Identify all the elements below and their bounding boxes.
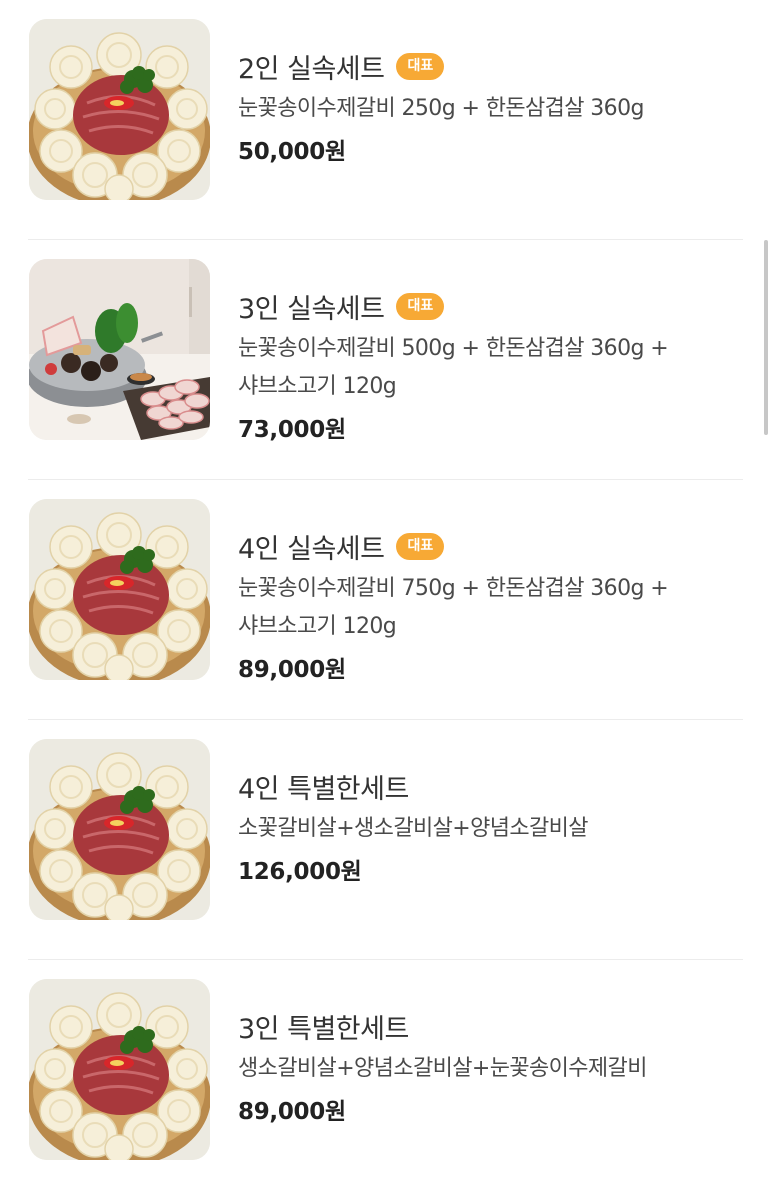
menu-item-description: 눈꽃송이수제갈비 750g + 한돈삼겹살 360g + 샤브소고기 120g: [238, 576, 669, 639]
beef-platter-image[interactable]: [29, 19, 210, 200]
menu-item-info: 4인 특별한세트소꽃갈비살+생소갈비살+양념소갈비살 126,000원: [238, 766, 743, 886]
menu-item-info: 4인 실속세트 대표눈꽃송이수제갈비 750g + 한돈삼겹살 360g + 샤브…: [238, 526, 743, 684]
scrollbar[interactable]: [764, 240, 768, 435]
menu-item-price: 73,000원: [238, 417, 346, 443]
menu-item[interactable]: 4인 특별한세트소꽃갈비살+생소갈비살+양념소갈비살 126,000원: [0, 720, 773, 960]
menu-item-info: 2인 실속세트 대표눈꽃송이수제갈비 250g + 한돈삼겹살 360g 50,00…: [238, 46, 743, 166]
shabu-hotpot-image[interactable]: [29, 259, 210, 440]
menu-item[interactable]: 4인 실속세트 대표눈꽃송이수제갈비 750g + 한돈삼겹살 360g + 샤브…: [0, 480, 773, 720]
menu-item-info: 3인 특별한세트생소갈비살+양념소갈비살+눈꽃송이수제갈비 89,000원: [238, 1006, 743, 1126]
menu-item-title-row: 3인 특별한세트: [238, 1006, 743, 1046]
menu-item-price: 126,000원: [238, 859, 362, 885]
menu-item-title: 3인 실속세트: [238, 293, 385, 325]
menu-item-title-row: 4인 특별한세트: [238, 766, 743, 806]
beef-platter-image[interactable]: [29, 499, 210, 680]
menu-item-info: 3인 실속세트 대표눈꽃송이수제갈비 500g + 한돈삼겹살 360g + 샤브…: [238, 286, 743, 444]
menu-item-description: 눈꽃송이수제갈비 250g + 한돈삼겹살 360g: [238, 96, 644, 121]
beef-platter-image[interactable]: [29, 979, 210, 1160]
menu-item[interactable]: 3인 특별한세트생소갈비살+양념소갈비살+눈꽃송이수제갈비 89,000원: [0, 960, 773, 1200]
menu-item[interactable]: 3인 실속세트 대표눈꽃송이수제갈비 500g + 한돈삼겹살 360g + 샤브…: [0, 240, 773, 480]
menu-item-price: 89,000원: [238, 657, 346, 683]
menu-item[interactable]: 2인 실속세트 대표눈꽃송이수제갈비 250g + 한돈삼겹살 360g 50,00…: [0, 0, 773, 240]
signature-badge: 대표: [396, 52, 445, 80]
beef-platter-image[interactable]: [29, 739, 210, 920]
menu-item-title-row: 3인 실속세트 대표: [238, 286, 743, 326]
signature-badge: 대표: [396, 532, 445, 560]
menu-item-description: 눈꽃송이수제갈비 500g + 한돈삼겹살 360g + 샤브소고기 120g: [238, 336, 669, 399]
signature-badge: 대표: [396, 292, 445, 320]
menu-item-price: 89,000원: [238, 1099, 346, 1125]
menu-item-price: 50,000원: [238, 139, 346, 165]
menu-item-description: 소꽃갈비살+생소갈비살+양념소갈비살: [238, 816, 589, 841]
menu-item-title: 2인 실속세트: [238, 53, 385, 85]
menu-list: 2인 실속세트 대표 눈꽃송이수제갈비 250g + 한돈삼겹살 360g 50,00…: [0, 0, 773, 1200]
menu-item-title-row: 4인 실속세트 대표: [238, 526, 743, 566]
menu-item-title: 3인 특별한세트: [238, 1013, 409, 1045]
menu-item-description: 생소갈비살+양념소갈비살+눈꽃송이수제갈비: [238, 1056, 647, 1081]
menu-item-title-row: 2인 실속세트 대표: [238, 46, 743, 86]
menu-item-title: 4인 특별한세트: [238, 773, 409, 805]
menu-item-title: 4인 실속세트: [238, 533, 385, 565]
